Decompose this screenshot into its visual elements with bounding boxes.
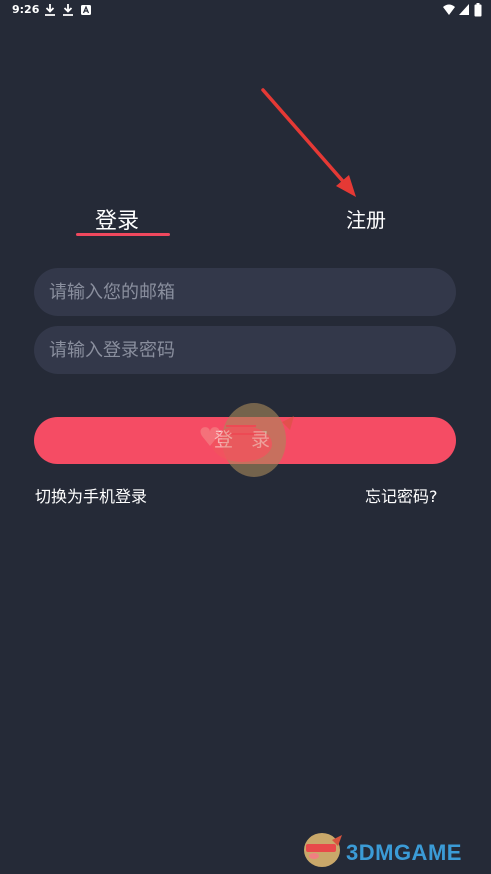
tab-login[interactable]: 登录 — [95, 203, 139, 235]
email-input[interactable] — [34, 268, 456, 316]
3dmgame-watermark: 3DMGAME — [298, 826, 484, 870]
status-time: 9:26 — [12, 3, 40, 16]
active-tab-indicator — [76, 233, 170, 236]
wifi-icon — [443, 4, 455, 15]
status-bar: 9:26 — [0, 0, 491, 22]
forgot-password-link[interactable]: 忘记密码? — [365, 483, 438, 507]
switch-to-phone-login-link[interactable]: 切换为手机登录 — [35, 483, 147, 507]
mascot-logo-icon — [304, 833, 342, 867]
download-icon — [63, 4, 73, 16]
a-letter-icon — [81, 5, 91, 15]
password-input[interactable] — [34, 326, 456, 374]
login-button[interactable]: 登 录 — [34, 417, 456, 464]
watermark-text: 3DMGAME — [346, 840, 462, 865]
signal-icon — [459, 4, 469, 15]
download-icon — [45, 4, 55, 16]
tab-register[interactable]: 注册 — [346, 204, 386, 233]
battery-icon — [474, 3, 482, 17]
